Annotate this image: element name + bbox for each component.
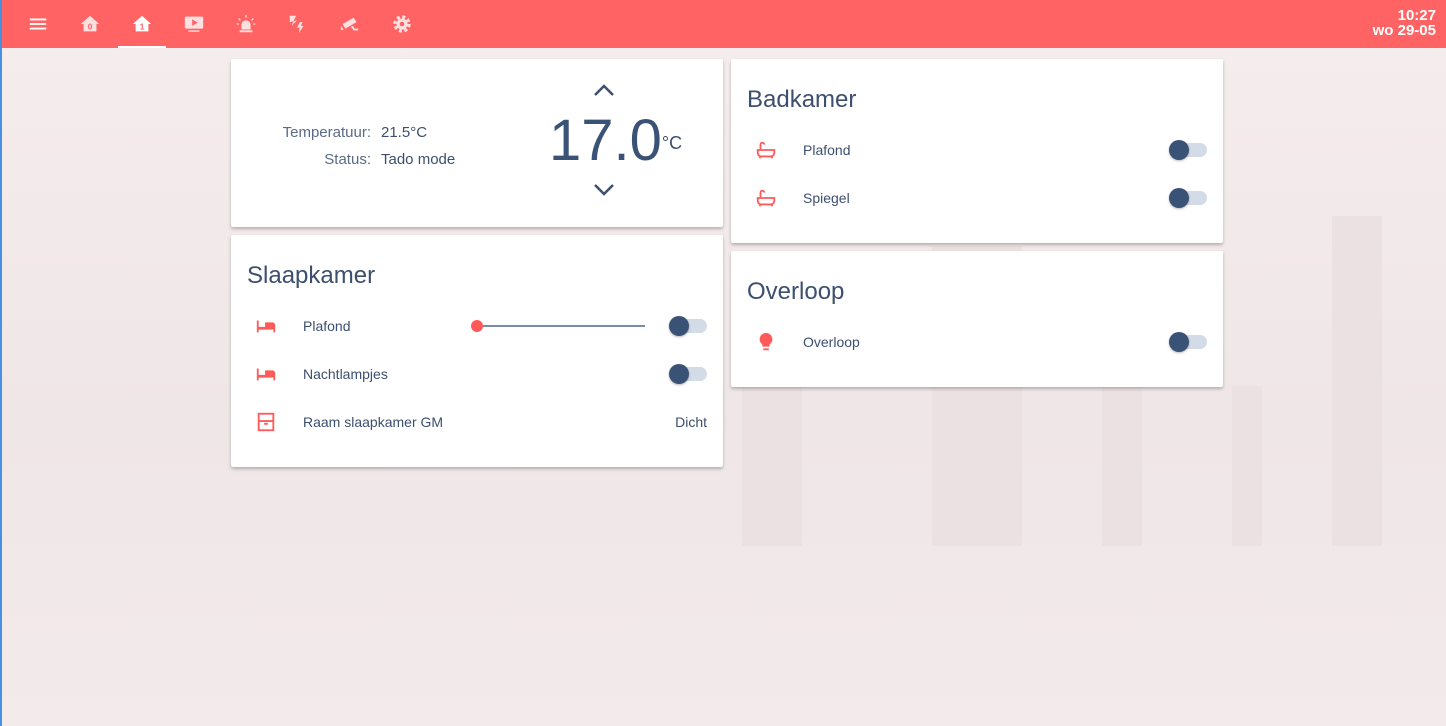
toggle[interactable] (1169, 332, 1207, 352)
entity-label: Overloop (803, 334, 860, 350)
entity-row: Spiegel (731, 178, 1223, 218)
lightbulb-icon (755, 331, 777, 353)
svg-text:1: 1 (140, 23, 145, 32)
date: wo 29-05 (1372, 22, 1436, 39)
brightness-slider[interactable] (471, 320, 645, 332)
entity-label: Spiegel (803, 190, 850, 206)
entity-label: Raam slaapkamer GM (303, 414, 444, 430)
setpoint-value: 17.0 (549, 108, 662, 173)
temperature-value: 21.5°C (381, 124, 428, 141)
settings-icon[interactable] (376, 0, 428, 48)
home-floor-1-icon[interactable]: 1 (116, 0, 168, 48)
card-title: Overloop (747, 278, 845, 305)
entity-label: Nachtlampjes (303, 366, 388, 382)
setpoint-unit: °C (661, 133, 683, 153)
toggle[interactable] (1169, 188, 1207, 208)
home-floor-0-icon[interactable]: 0 (64, 0, 116, 48)
entity-row: Nachtlampjes (231, 354, 723, 394)
weather-lightning-icon[interactable] (272, 0, 324, 48)
menu-icon[interactable] (12, 0, 64, 48)
background (2, 48, 1446, 726)
status-value: Tado mode (381, 151, 456, 168)
increase-button[interactable] (593, 83, 615, 103)
entity-label: Plafond (803, 142, 851, 158)
bathtub-icon (755, 187, 777, 209)
entity-row: Raam slaapkamer GM Dicht (231, 402, 723, 442)
alarm-light-icon[interactable] (220, 0, 272, 48)
bed-icon (255, 363, 277, 385)
cctv-icon[interactable] (324, 0, 376, 48)
thermostat-card: Temperatuur: Status: 21.5°C Tado mode 17… (231, 59, 723, 227)
overloop-card: Overloop Overloop (731, 251, 1223, 387)
slaapkamer-card: Slaapkamer Plafond Nachtlampjes Raam sla… (231, 235, 723, 467)
window-icon (255, 411, 277, 433)
card-title: Slaapkamer (247, 262, 376, 289)
toggle[interactable] (1169, 140, 1207, 160)
temperature-label: Temperatuur: (282, 124, 371, 141)
time: 10:27 (1397, 7, 1436, 24)
badkamer-card: Badkamer Plafond Spiegel (731, 59, 1223, 243)
bathtub-icon (755, 139, 777, 161)
entity-row: Plafond (731, 130, 1223, 170)
toggle[interactable] (669, 316, 707, 336)
status-label: Status: (324, 151, 371, 168)
bed-icon (255, 315, 277, 337)
card-title: Badkamer (747, 86, 857, 113)
decrease-button[interactable] (593, 183, 615, 203)
window-state: Dicht (675, 414, 707, 430)
entity-row: Plafond (231, 306, 723, 346)
toggle[interactable] (669, 364, 707, 384)
top-bar: 0 1 10:27 wo 29-05 (2, 0, 1446, 48)
clock: 10:27 wo 29-05 (1373, 8, 1436, 38)
entity-row: Overloop (731, 322, 1223, 362)
media-icon[interactable] (168, 0, 220, 48)
entity-label: Plafond (303, 318, 351, 334)
svg-text:0: 0 (88, 23, 93, 32)
